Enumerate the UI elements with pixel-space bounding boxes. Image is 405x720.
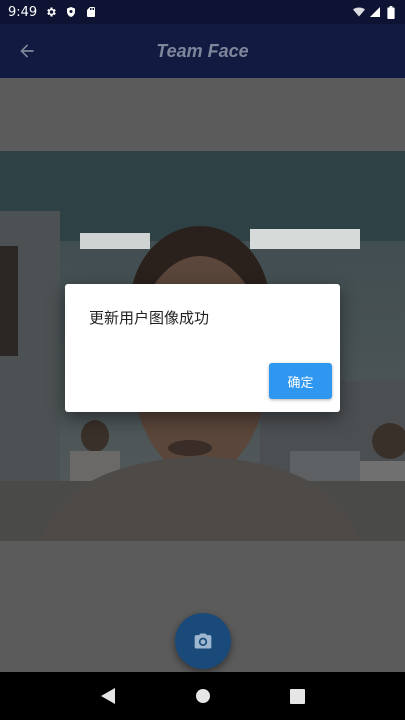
- back-button[interactable]: [0, 24, 54, 78]
- square-recents-icon: [290, 688, 305, 704]
- circle-home-icon: [195, 689, 210, 703]
- app-bar: Team Face: [0, 24, 405, 78]
- status-bar: 9:49: [0, 0, 405, 24]
- settings-icon: [45, 6, 57, 18]
- status-time: 9:49: [8, 4, 38, 20]
- wifi-icon: [353, 6, 365, 18]
- shield-icon: [65, 6, 77, 18]
- nav-recents-button[interactable]: [278, 676, 318, 716]
- dialog-message: 更新用户图像成功: [89, 309, 210, 327]
- confirm-button[interactable]: 确定: [269, 363, 332, 399]
- nav-back-button[interactable]: [88, 676, 128, 716]
- navigation-bar: [0, 672, 405, 720]
- page-title: Team Face: [156, 40, 249, 61]
- capture-button[interactable]: [175, 613, 231, 669]
- cell-signal-icon: [369, 6, 381, 18]
- sd-card-icon: [85, 6, 97, 18]
- success-dialog: 更新用户图像成功 确定: [65, 284, 340, 412]
- battery-icon: [385, 5, 397, 19]
- triangle-back-icon: [100, 688, 115, 704]
- camera-icon: [194, 633, 212, 649]
- arrow-back-icon: [20, 44, 34, 58]
- nav-home-button[interactable]: [183, 676, 223, 716]
